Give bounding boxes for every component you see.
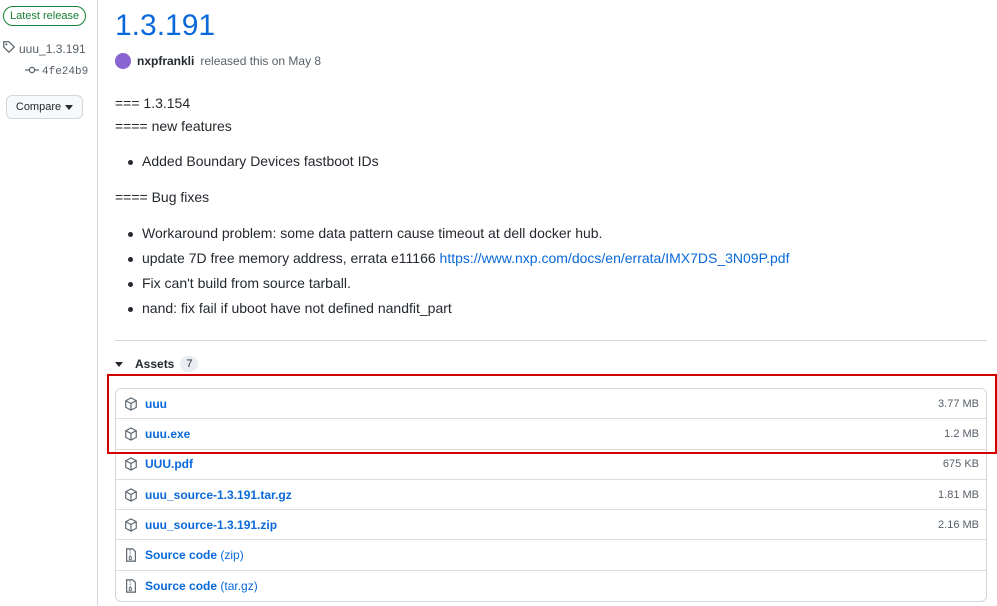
package-icon [123,517,139,533]
assets-toggle[interactable]: Assets 7 [115,356,199,372]
compare-label: Compare [15,101,62,113]
commit-link[interactable]: 4fe24b9 [25,65,88,79]
fix-text: update 7D free memory address, errata e1… [142,250,440,266]
triangle-down-icon [115,361,123,367]
tag-link[interactable]: uuu_1.3.191 [2,40,86,57]
package-icon [123,487,139,503]
fix-text: nand: fix fail if uboot have not defined… [142,300,452,316]
asset-size: 2.16 MB [938,518,979,531]
release-sidebar: Latest release uuu_1.3.191 4fe24b9 Compa… [0,0,98,606]
list-item: Added Boundary Devices fastboot IDs [128,153,379,169]
list-item: Fix can't build from source tarball. [128,275,351,291]
errata-link[interactable]: https://www.nxp.com/docs/en/errata/IMX7D… [440,250,790,266]
released-text: released this on May 8 [200,54,322,68]
asset-size: 1.81 MB [938,488,979,501]
package-icon [123,426,139,442]
divider [115,340,987,341]
asset-size: 675 KB [942,458,979,471]
triangle-down-icon [65,101,74,113]
assets-count-badge: 7 [180,356,199,372]
assets-list: uuu 3.77 MB uuu.exe 1.2 MB UUU.pdf 675 K… [115,388,987,603]
tag-icon [2,40,16,57]
file-zip-icon [123,547,139,563]
asset-size: 3.77 MB [938,397,979,410]
package-icon [123,396,139,412]
asset-link[interactable]: uuu_source-1.3.191.zip [145,518,277,532]
assets-label: Assets [135,357,175,371]
asset-suffix: (tar.gz) [220,578,258,593]
release-author-row: nxpfrankli released this on May 8 [115,53,321,69]
asset-name-text: Source code [145,578,218,593]
asset-row-source-zip: uuu_source-1.3.191.zip 2.16 MB [116,510,986,541]
notes-heading-version: === 1.3.154 [115,95,191,111]
notes-heading-features: ==== new features [115,118,232,134]
release-title[interactable]: 1.3.191 [115,9,215,43]
asset-link[interactable]: Source code (zip) [145,548,244,562]
avatar[interactable] [115,53,131,69]
asset-link[interactable]: uuu.exe [145,427,190,441]
asset-row-source-code-targz: Source code (tar.gz) [116,571,986,601]
list-item: nand: fix fail if uboot have not defined… [128,300,452,316]
fix-text: Workaround problem: some data pattern ca… [142,225,603,241]
list-item: Workaround problem: some data pattern ca… [128,225,602,241]
package-icon [123,456,139,472]
file-zip-icon [123,578,139,594]
asset-row-uuu: uuu 3.77 MB [116,389,986,420]
asset-name-text: Source code [145,548,218,563]
asset-row-uuu-exe: uuu.exe 1.2 MB [116,419,986,450]
latest-release-badge: Latest release [3,6,87,26]
notes-heading-bugfixes: ==== Bug fixes [115,189,210,205]
list-item: update 7D free memory address, errata e1… [128,250,789,266]
asset-link[interactable]: UUU.pdf [145,457,193,471]
asset-link[interactable]: uuu [145,397,167,411]
asset-row-source-code-zip: Source code (zip) [116,540,986,571]
asset-row-uuu-pdf: UUU.pdf 675 KB [116,450,986,480]
asset-link[interactable]: Source code (tar.gz) [145,579,258,593]
compare-button[interactable]: Compare [6,95,83,119]
feature-text: Added Boundary Devices fastboot IDs [142,153,379,169]
asset-row-source-tar: uuu_source-1.3.191.tar.gz 1.81 MB [116,480,986,511]
fix-text: Fix can't build from source tarball. [142,275,351,291]
tag-name: uuu_1.3.191 [19,41,86,56]
asset-suffix: (zip) [220,548,244,563]
commit-sha: 4fe24b9 [42,66,89,78]
commit-icon [25,65,39,79]
asset-link[interactable]: uuu_source-1.3.191.tar.gz [145,488,292,502]
asset-size: 1.2 MB [944,427,979,440]
author-name[interactable]: nxpfrankli [137,54,194,68]
